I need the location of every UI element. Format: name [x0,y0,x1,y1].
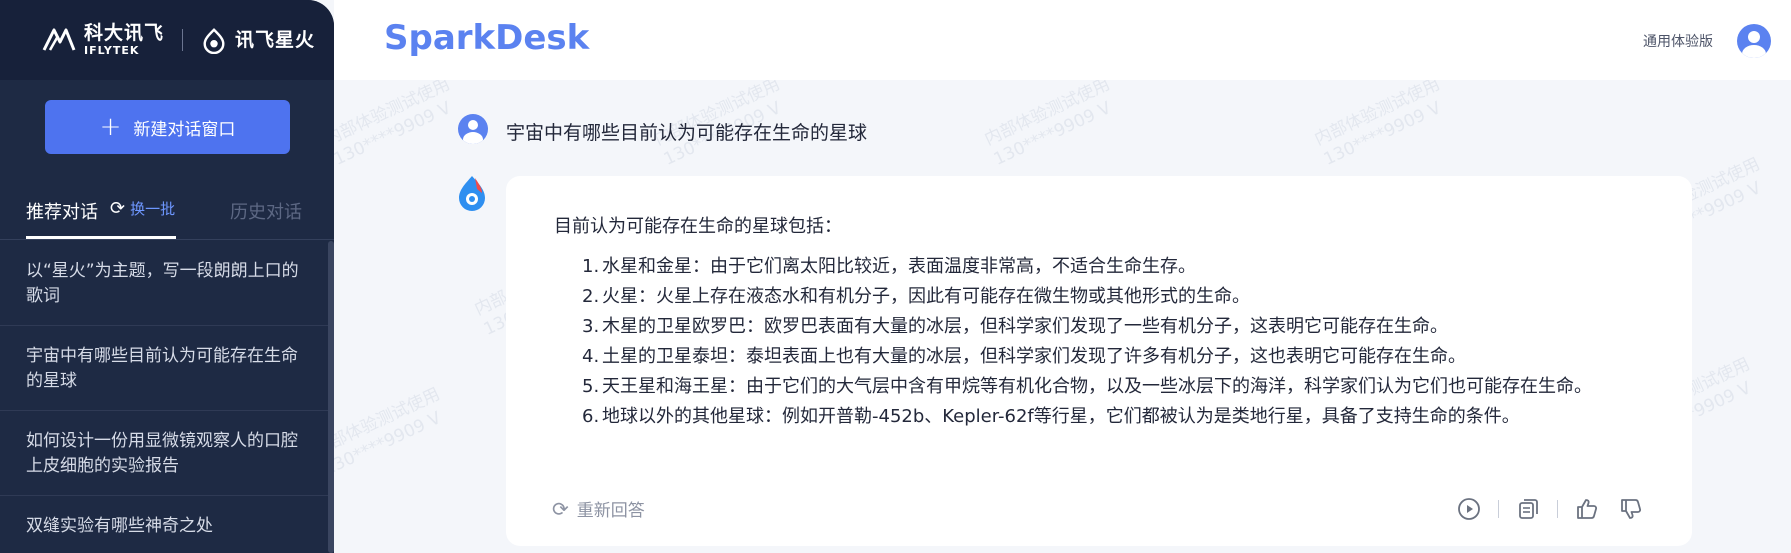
list-item: 1. 水星和金星：由于它们离太阳比较近，表面温度非常高，不适合生命生存。 [554,252,1634,282]
conversation-list: 以“星火”为主题，写一段朗朗上口的歌词 宇宙中有哪些目前认为可能存在生命的星球 … [0,241,330,553]
list-number: 5. [582,376,600,397]
iflytek-logo-en: IFLYTEK [84,44,140,57]
edition-label[interactable]: 通用体验版 [1643,31,1713,51]
divider [1557,500,1558,518]
tab-active-indicator [26,236,176,239]
list-text: 水星和金星：由于它们离太阳比较近，表面温度非常高，不适合生命生存。 [602,256,1196,277]
list-item: 5. 天王星和海王星：由于它们的大气层中含有甲烷等有机化合物，以及一些冰层下的海洋… [554,372,1634,402]
regenerate-icon: ⟳ [552,496,569,521]
answer-actions: ⟳ 重新回答 [552,494,1646,524]
iflytek-logo[interactable]: 科大讯飞 IFLYTEK [42,24,164,56]
tab-recommended[interactable]: 推荐对话 [26,198,98,224]
divider [1498,500,1499,518]
list-number: 4. [582,346,600,367]
watermark: 内部体验测试使用 130****9909 V [981,80,1115,170]
plus-icon: + [99,112,122,142]
answer-intro: 目前认为可能存在生命的星球包括： [554,216,842,237]
answer-card: 目前认为可能存在生命的星球包括： 1. 水星和金星：由于它们离太阳比较近，表面温度… [506,176,1692,546]
list-item: 6. 地球以外的其他星球：例如开普勒-452b、Kepler-62f等行星，它们都… [554,402,1634,432]
thumbs-down-icon [1621,499,1642,519]
list-text: 木星的卫星欧罗巴：欧罗巴表面有大量的冰层，但科学家们发现了一些有机分子，这表明它… [602,316,1448,337]
list-item[interactable]: 双缝实验有哪些神奇之处 [0,496,330,553]
regenerate-button[interactable]: ⟳ 重新回答 [552,496,645,522]
watermark: 内部体验测试使用 130****9909 V [1311,80,1445,170]
watermark: 内部体验测试使用 130****9909 V [334,384,445,480]
refresh-button[interactable]: ⟳ 换一批 [110,198,175,219]
list-item: 4. 土星的卫星泰坦：泰坦表面上也有大量的冰层，但科学家们发现了许多有机分子，这也… [554,342,1634,372]
new-chat-button[interactable]: + 新建对话窗口 [45,100,290,154]
list-item[interactable]: 如何设计一份用显微镜观察人的口腔上皮细胞的实验报告 [0,411,330,496]
user-question: 宇宙中有哪些目前认为可能存在生命的星球 [506,122,868,144]
thumbs-up-icon [1577,499,1598,519]
spark-logo-cn: 讯飞星火 [235,28,316,51]
list-text: 地球以外的其他星球：例如开普勒-452b、Kepler-62f等行星，它们都被认… [602,406,1520,427]
sidebar: 科大讯飞 IFLYTEK 讯飞星火 + 新建对话窗口 推荐对话 ⟳ 换一批 历史… [0,0,334,553]
copy-icon [1519,499,1538,519]
list-text: 天王星和海王星：由于它们的大气层中含有甲烷等有机化合物，以及一些冰层下的海洋，科… [602,376,1592,397]
top-bar: SparkDesk 通用体验版 [334,0,1791,80]
list-text: 火星：火星上存在液态水和有机分子，因此有可能存在微生物或其他形式的生命。 [602,286,1250,307]
list-item: 2. 火星：火星上存在液态水和有机分子，因此有可能存在微生物或其他形式的生命。 [554,282,1634,312]
iflytek-logo-icon [42,28,76,51]
spark-assistant-icon [459,176,485,211]
list-item: 3. 木星的卫星欧罗巴：欧罗巴表面有大量的冰层，但科学家们发现了一些有机分子，这表… [554,312,1634,342]
play-icon [1458,498,1480,520]
list-number: 3. [582,316,600,337]
list-text: 土星的卫星泰坦：泰坦表面上也有大量的冰层，但科学家们发现了许多有机分子，这也表明… [602,346,1466,367]
like-button[interactable] [1572,494,1602,524]
play-button[interactable] [1454,494,1484,524]
tab-history[interactable]: 历史对话 [230,198,302,224]
new-chat-label: 新建对话窗口 [133,119,236,140]
list-number: 6. [582,406,600,427]
iflytek-logo-cn: 科大讯飞 [84,22,165,44]
refresh-label: 换一批 [130,200,176,218]
chat-area: 内部体验测试使用 130****9909 V 内部体验测试使用 130****9… [334,80,1791,553]
list-item[interactable]: 以“星火”为主题，写一段朗朗上口的歌词 [0,241,330,326]
user-avatar-icon [458,114,488,144]
feedback-toolbar [1454,494,1646,524]
copy-button[interactable] [1513,494,1543,524]
list-item[interactable]: 宇宙中有哪些目前认为可能存在生命的星球 [0,326,330,411]
user-avatar[interactable] [1737,24,1771,58]
refresh-icon: ⟳ [110,198,126,219]
watermark: 内部体验测试使用 130****9909 V [334,80,455,170]
regenerate-label: 重新回答 [576,501,645,521]
conversation-tabs: 推荐对话 ⟳ 换一批 历史对话 [0,180,334,240]
answer-list: 1. 水星和金星：由于它们离太阳比较近，表面温度非常高，不适合生命生存。 2. 火星… [554,252,1634,432]
spark-logo[interactable]: 讯飞星火 [201,26,315,54]
brand-title: SparkDesk [384,18,590,58]
sidebar-header: 科大讯飞 IFLYTEK 讯飞星火 [0,0,334,80]
list-number: 2. [582,286,600,307]
list-number: 1. [582,256,600,277]
dislike-button[interactable] [1616,494,1646,524]
spark-logo-icon [203,28,225,54]
logo-divider [182,29,184,51]
